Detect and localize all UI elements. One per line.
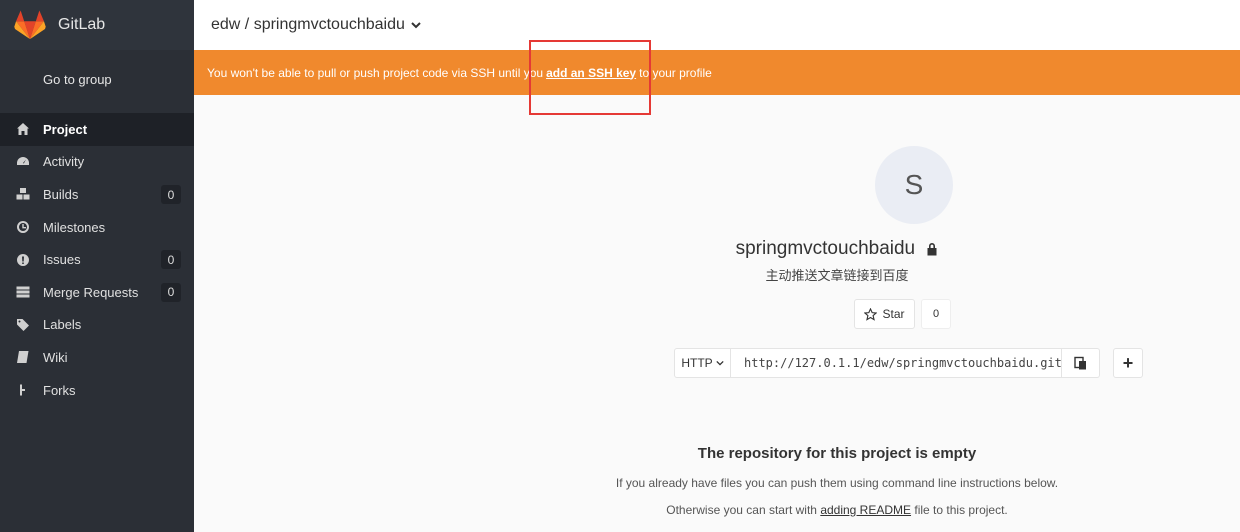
- main-content: S springmvctouchbaidu 主动推送文章链接到百度 Star 0…: [194, 95, 1240, 532]
- sidebar-nav: Project Activity Builds 0 Milestones Iss…: [0, 113, 194, 406]
- sidebar-item-label: Labels: [43, 317, 82, 333]
- readme-hint-after: file to this project.: [914, 503, 1008, 517]
- protocol-dropdown[interactable]: HTTP: [674, 348, 731, 378]
- star-button[interactable]: Star: [854, 299, 915, 329]
- sidebar-item-label: Wiki: [43, 349, 68, 365]
- sidebar-item-milestones[interactable]: Milestones: [0, 211, 194, 244]
- banner-text-before: You won't be able to pull or push projec…: [207, 65, 544, 80]
- ssh-warning-banner: You won't be able to pull or push projec…: [194, 50, 1240, 95]
- sidebar-item-label: Milestones: [43, 219, 106, 235]
- tags-icon: [16, 318, 30, 332]
- builds-count-badge: 0: [161, 185, 181, 205]
- list-icon: [16, 285, 30, 299]
- chevron-down-icon: [716, 360, 724, 366]
- sidebar-item-label: Builds: [43, 186, 79, 202]
- clock-icon: [16, 220, 30, 234]
- logo-row[interactable]: GitLab: [0, 0, 194, 50]
- add-new-button[interactable]: +: [1113, 348, 1143, 378]
- sidebar-item-label: Activity: [43, 154, 85, 170]
- project-name: springmvctouchbaidu: [735, 238, 916, 259]
- chevron-down-icon: [411, 22, 421, 29]
- star-label: Star: [882, 307, 905, 321]
- merge-requests-count-badge: 0: [161, 282, 181, 302]
- adding-readme-link[interactable]: adding README: [820, 503, 911, 517]
- clipboard-icon: [1074, 356, 1086, 370]
- sidebar-item-label: Issues: [43, 252, 81, 268]
- breadcrumb: edw / springmvctouchbaidu: [211, 16, 405, 33]
- issues-count-badge: 0: [161, 250, 181, 270]
- dashboard-icon: [16, 155, 30, 169]
- copy-url-button[interactable]: [1062, 348, 1100, 378]
- sidebar-item-issues[interactable]: Issues 0: [0, 243, 194, 276]
- cubes-icon: [16, 187, 30, 201]
- project-description: 主动推送文章链接到百度: [765, 268, 909, 283]
- sidebar-item-labels[interactable]: Labels: [0, 309, 194, 342]
- sidebar-item-wiki[interactable]: Wiki: [0, 341, 194, 374]
- project-avatar: S: [875, 146, 953, 224]
- gitlab-logo-icon: [14, 10, 46, 40]
- fork-icon: [16, 383, 30, 397]
- exclamation-icon: [16, 253, 30, 267]
- book-icon: [16, 350, 30, 364]
- empty-repo-title: The repository for this project is empty: [697, 445, 977, 462]
- readme-hint-before: Otherwise you can start with: [666, 503, 817, 517]
- highlight-annotation-box: [529, 40, 651, 115]
- empty-repo-instructions: If you already have files you can push t…: [615, 476, 1059, 490]
- sidebar-item-label: Merge Requests: [43, 284, 139, 300]
- project-breadcrumb-dropdown[interactable]: edw / springmvctouchbaidu: [211, 16, 421, 34]
- top-header: edw / springmvctouchbaidu: [194, 0, 1240, 50]
- sidebar-item-forks[interactable]: Forks: [0, 374, 194, 407]
- sidebar-item-label: Project: [43, 121, 88, 137]
- project-title: springmvctouchbaidu: [194, 238, 1240, 260]
- empty-repo-readme-hint: Otherwise you can start with adding READ…: [194, 503, 1240, 517]
- sidebar-item-label: Forks: [43, 382, 76, 398]
- sidebar-item-merge-requests[interactable]: Merge Requests 0: [0, 276, 194, 309]
- star-icon: [864, 307, 878, 321]
- sidebar: GitLab Go to group Project Activity Buil…: [0, 0, 194, 532]
- clone-url-input[interactable]: http://127.0.1.1/edw/springmvctouchbaidu…: [731, 348, 1062, 378]
- lock-icon: [927, 242, 937, 256]
- sidebar-item-project[interactable]: Project: [0, 113, 194, 146]
- sidebar-item-builds[interactable]: Builds 0: [0, 178, 194, 211]
- star-group: Star 0: [854, 299, 951, 329]
- sidebar-item-activity[interactable]: Activity: [0, 146, 194, 179]
- brand-name: GitLab: [58, 16, 106, 33]
- go-to-group-link[interactable]: Go to group: [0, 52, 194, 107]
- protocol-label: HTTP: [681, 356, 713, 370]
- clone-url-group: HTTP http://127.0.1.1/edw/springmvctouch…: [674, 348, 1143, 378]
- star-count-badge[interactable]: 0: [921, 299, 951, 329]
- home-icon: [16, 122, 30, 136]
